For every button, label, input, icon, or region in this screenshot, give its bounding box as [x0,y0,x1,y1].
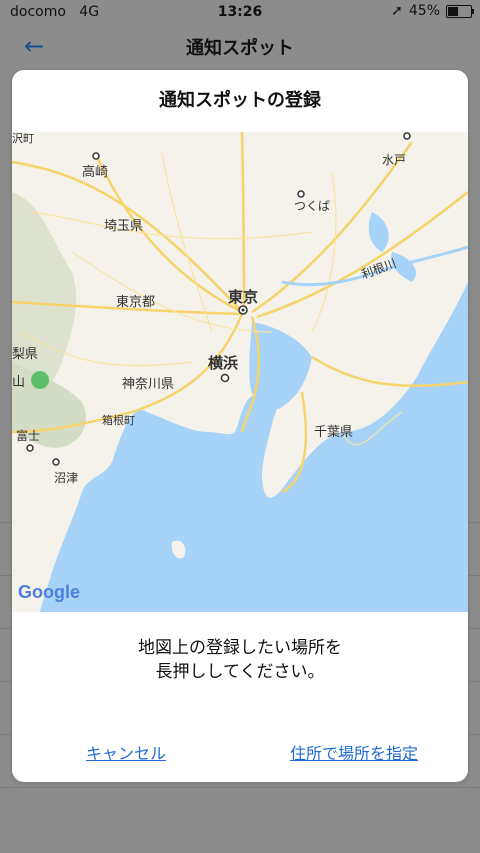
map-label: 山 [12,375,25,390]
page-title: 通知スポット [186,38,294,59]
instruction-text: 地図上の登録したい場所を 長押ししてください。 [138,638,342,682]
map-label: 箱根町 [102,413,135,427]
battery-percent: 45% [408,3,440,19]
map-label: 沢町 [12,132,34,145]
map-label: 高崎 [82,164,108,180]
register-spot-dialog: 通知スポットの登録 沢町 高崎 水戸 つくば 埼玉県 利根川 東京都 東京 横浜… [12,70,468,782]
location-arrow-icon: ➚ [391,3,403,19]
cancel-button[interactable]: キャンセル [86,740,166,764]
battery-icon [446,4,474,18]
map-label: 富士 [16,428,40,443]
map-label: 神奈川県 [122,377,174,392]
navbar: ← 通知スポット [0,24,480,68]
map-label: 千葉県 [314,425,353,440]
specify-address-button[interactable]: 住所で場所を指定 [290,740,418,764]
map-view[interactable]: 沢町 高崎 水戸 つくば 埼玉県 利根川 東京都 東京 横浜 梨県 山 神奈川県… [12,132,468,612]
dialog-title: 通知スポットの登録 [159,90,321,111]
map-label: 埼玉県 [104,219,143,234]
map-label: 東京都 [116,294,155,310]
mountain-marker-icon [31,371,49,389]
map-label: 水戸 [382,153,406,167]
map-label: 梨県 [12,347,38,362]
status-bar: docomo 4G 13:26 ➚ 45% [0,0,480,24]
map-label: 東京 [228,288,258,306]
map-label: 横浜 [208,354,238,372]
land-area [12,132,468,612]
map-label: つくば [294,199,330,213]
google-logo: Google [18,582,80,602]
map-label: 沼津 [54,471,78,485]
